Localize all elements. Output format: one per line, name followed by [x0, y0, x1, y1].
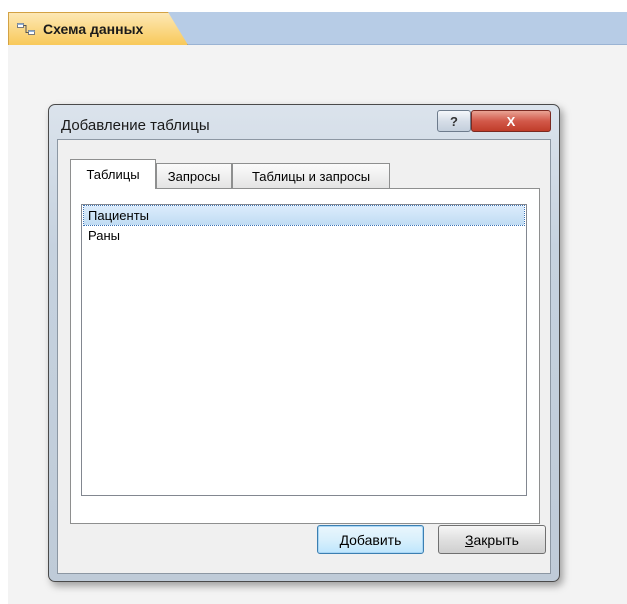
close-button[interactable]: Закрыть [438, 525, 546, 554]
document-tabstrip: Схема данных [8, 12, 627, 45]
tab-tables-and-queries[interactable]: Таблицы и запросы [232, 163, 390, 189]
add-table-dialog: Добавление таблицы ? X Таблицы Запросы Т… [48, 104, 560, 582]
close-hotkey: З [465, 531, 474, 548]
list-item[interactable]: Пациенты [83, 205, 525, 226]
add-button[interactable]: Добавить [317, 525, 424, 554]
dialog-body: Таблицы Запросы Таблицы и запросы Пациен… [57, 139, 551, 574]
table-listbox[interactable]: Пациенты Раны [81, 204, 527, 496]
tab-queries[interactable]: Запросы [156, 163, 232, 189]
tab-label: Таблицы [86, 167, 140, 182]
tab-panel: Пациенты Раны [70, 188, 540, 524]
list-item-label: Раны [88, 228, 120, 243]
help-button[interactable]: ? [437, 110, 471, 132]
close-label: акрыть [473, 531, 519, 548]
close-window-button[interactable]: X [471, 110, 551, 132]
close-icon: X [506, 113, 516, 129]
add-label: обавить [349, 531, 402, 548]
list-item[interactable]: Раны [84, 226, 524, 245]
dialog-title: Добавление таблицы [61, 117, 210, 134]
document-tab-relationships[interactable]: Схема данных [8, 12, 188, 45]
relationships-icon [17, 22, 35, 36]
tab-label: Таблицы и запросы [251, 169, 371, 184]
list-item-label: Пациенты [88, 208, 149, 223]
add-hotkey: Д [339, 531, 350, 548]
help-icon: ? [450, 113, 458, 129]
document-tab-label: Схема данных [43, 21, 144, 37]
tab-tables[interactable]: Таблицы [70, 159, 156, 189]
tab-label: Запросы [167, 169, 221, 184]
